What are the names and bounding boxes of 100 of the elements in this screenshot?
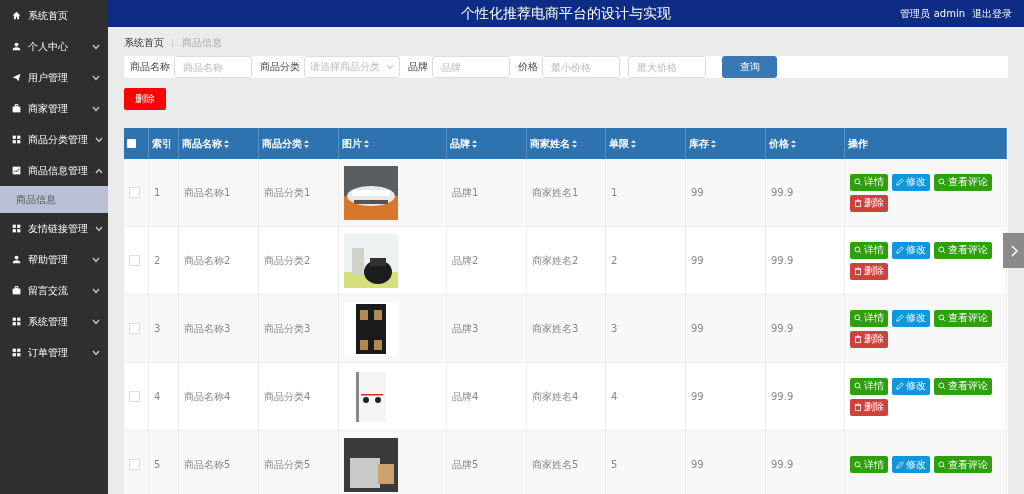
table-cell: 品牌1 xyxy=(447,159,527,227)
table-cell: 99.9 xyxy=(766,159,845,227)
checkbox[interactable] xyxy=(129,459,140,470)
breadcrumb-item[interactable]: 系统首页 xyxy=(124,36,164,50)
sort-icon xyxy=(304,139,309,148)
column-header[interactable]: 商家姓名 xyxy=(527,128,606,159)
table-cell: 商品分类1 xyxy=(259,159,339,227)
column-header: 索引 xyxy=(149,128,179,159)
column-header[interactable]: 图片 xyxy=(339,128,447,159)
table-cell: 99 xyxy=(686,431,766,494)
home-icon xyxy=(12,11,21,20)
edit-button[interactable]: 修改 xyxy=(892,241,930,259)
sidebar-item[interactable]: 个人中心 xyxy=(0,31,108,62)
field-label: 价格 xyxy=(518,60,538,74)
comments-button[interactable]: 查看评论 xyxy=(934,456,992,473)
briefcase-icon xyxy=(12,104,21,113)
page-title: 个性化推荐电商平台的设计与实现 xyxy=(461,4,671,23)
search-icon xyxy=(854,314,862,322)
table-cell: 1 xyxy=(149,159,179,227)
checkbox[interactable] xyxy=(129,391,140,402)
checkbox[interactable] xyxy=(129,323,140,334)
chart-icon xyxy=(12,166,21,175)
pencil-icon xyxy=(896,460,904,469)
table-cell: 3 xyxy=(606,295,686,363)
search-icon xyxy=(938,460,946,469)
field-label: 商品分类 xyxy=(260,60,300,74)
table-cell: 5 xyxy=(149,431,179,494)
edit-button[interactable]: 修改 xyxy=(892,173,930,191)
comments-button[interactable]: 查看评论 xyxy=(934,309,992,327)
sidebar-item[interactable]: 系统首页 xyxy=(0,0,108,31)
side-tab[interactable] xyxy=(1003,233,1024,268)
checkbox[interactable] xyxy=(129,187,140,198)
column-header[interactable]: 商品分类 xyxy=(259,128,339,159)
delete-button[interactable]: 删除 xyxy=(850,262,888,280)
user-label: 管理员 admin xyxy=(900,6,965,21)
sidebar-item[interactable]: 留言交流 xyxy=(0,275,108,306)
delete-button[interactable]: 删除 xyxy=(124,88,166,110)
comments-button[interactable]: 查看评论 xyxy=(934,173,992,191)
sidebar-item[interactable]: 系统管理 xyxy=(0,306,108,337)
sort-icon xyxy=(711,139,716,148)
sort-icon xyxy=(472,139,477,148)
sidebar-item[interactable]: 用户管理 xyxy=(0,62,108,93)
detail-button[interactable]: 详情 xyxy=(850,173,888,191)
table-cell: 商品分类3 xyxy=(259,295,339,363)
column-header[interactable]: 品牌 xyxy=(447,128,527,159)
detail-button[interactable]: 详情 xyxy=(850,309,888,327)
table-cell: 商家姓名5 xyxy=(527,431,606,494)
table-cell: 商家姓名3 xyxy=(527,295,606,363)
input-field[interactable]: 最小价格 xyxy=(542,56,620,78)
sidebar-item[interactable]: 帮助管理 xyxy=(0,244,108,275)
sidebar-item[interactable]: 商品信息管理 xyxy=(0,155,108,186)
table-cell: 商家姓名1 xyxy=(527,159,606,227)
search-icon xyxy=(938,178,946,186)
checkbox[interactable] xyxy=(129,255,140,266)
sort-icon xyxy=(631,139,636,148)
search-icon xyxy=(854,246,862,254)
sort-icon xyxy=(364,139,369,148)
trash-icon xyxy=(854,267,862,275)
detail-button[interactable]: 详情 xyxy=(850,456,888,473)
table-cell: 商品名称1 xyxy=(179,159,259,227)
table-cell: 99.9 xyxy=(766,295,845,363)
edit-button[interactable]: 修改 xyxy=(892,377,930,395)
column-header[interactable]: 价格 xyxy=(766,128,845,159)
query-button[interactable]: 查询 xyxy=(722,56,777,78)
search-icon xyxy=(938,314,946,322)
column-header[interactable]: 单限 xyxy=(606,128,686,159)
paper-plane-icon xyxy=(12,73,21,82)
grid-icon xyxy=(12,224,21,233)
detail-button[interactable]: 详情 xyxy=(850,377,888,395)
logout-link[interactable]: 退出登录 xyxy=(972,6,1012,21)
sidebar-item[interactable]: 订单管理 xyxy=(0,337,108,368)
delete-button[interactable]: 删除 xyxy=(850,330,888,348)
delete-button[interactable]: 删除 xyxy=(850,194,888,212)
edit-button[interactable]: 修改 xyxy=(892,309,930,327)
trash-icon xyxy=(854,403,862,411)
pencil-icon xyxy=(896,314,904,322)
sidebar-item[interactable]: 商家管理 xyxy=(0,93,108,124)
pencil-icon xyxy=(896,246,904,254)
column-header[interactable]: 商品名称 xyxy=(179,128,259,159)
column-header[interactable]: 库存 xyxy=(686,128,766,159)
grid-icon xyxy=(12,348,21,357)
trash-icon xyxy=(854,335,862,343)
chevron-down-icon xyxy=(386,64,394,70)
table-cell: 99 xyxy=(686,159,766,227)
search-icon xyxy=(854,382,862,390)
sidebar-item[interactable]: 友情链接管理 xyxy=(0,213,108,244)
detail-button[interactable]: 详情 xyxy=(850,241,888,259)
input-field[interactable]: 最大价格 xyxy=(628,56,706,78)
checkbox[interactable] xyxy=(127,139,136,148)
briefcase-icon xyxy=(12,286,21,295)
table-cell: 99.9 xyxy=(766,431,845,494)
table-cell: 商品分类5 xyxy=(259,431,339,494)
comments-button[interactable]: 查看评论 xyxy=(934,241,992,259)
edit-button[interactable]: 修改 xyxy=(892,456,930,473)
comments-button[interactable]: 查看评论 xyxy=(934,377,992,395)
table-cell: 1 xyxy=(606,159,686,227)
sidebar-subitem[interactable]: 商品信息 xyxy=(0,186,108,213)
search-icon xyxy=(854,460,862,469)
sidebar-item[interactable]: 商品分类管理 xyxy=(0,124,108,155)
delete-button[interactable]: 删除 xyxy=(850,398,888,416)
